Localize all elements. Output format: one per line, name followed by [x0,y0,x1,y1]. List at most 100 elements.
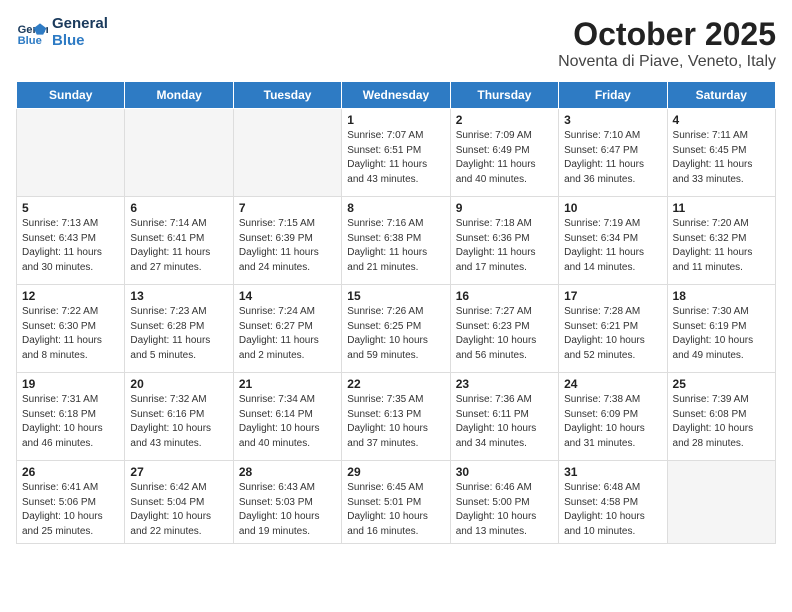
day-info: Sunrise: 7:14 AMSunset: 6:41 PMDaylight:… [130,217,227,275]
day-number: 9 [456,201,553,215]
day-info: Sunrise: 7:16 AMSunset: 6:38 PMDaylight:… [347,217,444,275]
day-info: Sunrise: 7:26 AMSunset: 6:25 PMDaylight:… [347,305,444,363]
calendar-cell: 10 Sunrise: 7:19 AMSunset: 6:34 PMDayligh… [559,197,667,285]
calendar-cell: 2Sunrise: 7:09 AMSunset: 6:49 PMDaylight… [450,109,558,197]
day-number: 12 [22,289,119,303]
calendar-cell: 31 Sunrise: 6:48 AMSunset: 4:58 PMDayligh… [559,461,667,544]
day-info: Sunrise: 7:10 AMSunset: 6:47 PMDaylight:… [564,129,661,187]
calendar-table: SundayMondayTuesdayWednesdayThursdayFrid… [16,81,776,544]
day-number: 19 [22,377,119,391]
day-number: 21 [239,377,336,391]
day-number: 28 [239,465,336,479]
day-number: 8 [347,201,444,215]
svg-text:Blue: Blue [18,35,42,47]
calendar-cell: 6 Sunrise: 7:14 AMSunset: 6:41 PMDaylight… [125,197,233,285]
calendar-cell: 14Sunrise: 7:24 AMSunset: 6:27 PMDayligh… [233,285,341,373]
weekday-header-sunday: Sunday [17,82,125,109]
weekday-header-thursday: Thursday [450,82,558,109]
day-number: 5 [22,201,119,215]
calendar-cell: 28 Sunrise: 6:43 AMSunset: 5:03 PMDayligh… [233,461,341,544]
day-info: Sunrise: 7:13 AMSunset: 6:43 PMDaylight:… [22,217,119,275]
calendar-cell: 5 Sunrise: 7:13 AMSunset: 6:43 PMDaylight… [17,197,125,285]
calendar-cell: 12 Sunrise: 7:22 AMSunset: 6:30 PMDayligh… [17,285,125,373]
day-number: 22 [347,377,444,391]
day-info: Sunrise: 6:48 AMSunset: 4:58 PMDaylight:… [564,481,661,539]
day-number: 3 [564,113,661,127]
day-number: 16 [456,289,553,303]
day-info: Sunrise: 7:15 AMSunset: 6:39 PMDaylight:… [239,217,336,275]
day-info: Sunrise: 7:11 AMSunset: 6:45 PMDaylight:… [673,129,770,187]
calendar-cell: 3 Sunrise: 7:10 AMSunset: 6:47 PMDaylight… [559,109,667,197]
day-number: 29 [347,465,444,479]
day-number: 27 [130,465,227,479]
calendar-cell: 18Sunrise: 7:30 AMSunset: 6:19 PMDayligh… [667,285,775,373]
logo-general: General [52,16,108,33]
day-number: 15 [347,289,444,303]
day-info: Sunrise: 7:38 AMSunset: 6:09 PMDaylight:… [564,393,661,451]
calendar-cell [17,109,125,197]
day-number: 26 [22,465,119,479]
day-number: 4 [673,113,770,127]
calendar-title: October 2025 [558,16,776,53]
day-info: Sunrise: 6:45 AMSunset: 5:01 PMDaylight:… [347,481,444,539]
calendar-cell: 24 Sunrise: 7:38 AMSunset: 6:09 PMDayligh… [559,373,667,461]
day-number: 31 [564,465,661,479]
calendar-cell: 19 Sunrise: 7:31 AMSunset: 6:18 PMDayligh… [17,373,125,461]
logo-blue: Blue [52,33,108,50]
day-number: 24 [564,377,661,391]
calendar-cell: 17 Sunrise: 7:28 AMSunset: 6:21 PMDayligh… [559,285,667,373]
day-number: 30 [456,465,553,479]
day-info: Sunrise: 7:39 AMSunset: 6:08 PMDaylight:… [673,393,770,451]
day-info: Sunrise: 7:32 AMSunset: 6:16 PMDaylight:… [130,393,227,451]
calendar-cell: 22 Sunrise: 7:35 AMSunset: 6:13 PMDayligh… [342,373,450,461]
day-number: 23 [456,377,553,391]
title-section: October 2025 Noventa di Piave, Veneto, I… [558,16,776,71]
weekday-header-tuesday: Tuesday [233,82,341,109]
calendar-cell: 8 Sunrise: 7:16 AMSunset: 6:38 PMDaylight… [342,197,450,285]
day-number: 6 [130,201,227,215]
weekday-header-friday: Friday [559,82,667,109]
calendar-cell: 9Sunrise: 7:18 AMSunset: 6:36 PMDaylight… [450,197,558,285]
calendar-subtitle: Noventa di Piave, Veneto, Italy [558,53,776,71]
calendar-cell [233,109,341,197]
day-info: Sunrise: 7:24 AMSunset: 6:27 PMDaylight:… [239,305,336,363]
calendar-cell [125,109,233,197]
day-number: 25 [673,377,770,391]
day-info: Sunrise: 6:46 AMSunset: 5:00 PMDaylight:… [456,481,553,539]
day-info: Sunrise: 6:43 AMSunset: 5:03 PMDaylight:… [239,481,336,539]
day-number: 13 [130,289,227,303]
day-info: Sunrise: 7:19 AMSunset: 6:34 PMDaylight:… [564,217,661,275]
calendar-cell: 23 Sunrise: 7:36 AMSunset: 6:11 PMDayligh… [450,373,558,461]
calendar-cell: 25 Sunrise: 7:39 AMSunset: 6:08 PMDayligh… [667,373,775,461]
day-info: Sunrise: 6:42 AMSunset: 5:04 PMDaylight:… [130,481,227,539]
calendar-cell: 26 Sunrise: 6:41 AMSunset: 5:06 PMDayligh… [17,461,125,544]
header: General Blue General Blue October 2025 N… [16,16,776,71]
calendar-cell: 21 Sunrise: 7:34 AMSunset: 6:14 PMDayligh… [233,373,341,461]
weekday-header-saturday: Saturday [667,82,775,109]
calendar-cell: 27 Sunrise: 6:42 AMSunset: 5:04 PMDayligh… [125,461,233,544]
day-number: 1 [347,113,444,127]
calendar-cell: 7 Sunrise: 7:15 AMSunset: 6:39 PMDaylight… [233,197,341,285]
day-info: Sunrise: 6:41 AMSunset: 5:06 PMDaylight:… [22,481,119,539]
day-number: 17 [564,289,661,303]
weekday-header-wednesday: Wednesday [342,82,450,109]
day-number: 20 [130,377,227,391]
day-info: Sunrise: 7:07 AMSunset: 6:51 PMDaylight:… [347,129,444,187]
day-info: Sunrise: 7:30 AMSunset: 6:19 PMDaylight:… [673,305,770,363]
logo-icon: General Blue [16,17,48,49]
calendar-cell: 16Sunrise: 7:27 AMSunset: 6:23 PMDayligh… [450,285,558,373]
day-number: 10 [564,201,661,215]
calendar-cell: 30 Sunrise: 6:46 AMSunset: 5:00 PMDayligh… [450,461,558,544]
day-info: Sunrise: 7:23 AMSunset: 6:28 PMDaylight:… [130,305,227,363]
logo: General Blue General Blue [16,16,108,49]
day-info: Sunrise: 7:28 AMSunset: 6:21 PMDaylight:… [564,305,661,363]
calendar-cell: 15 Sunrise: 7:26 AMSunset: 6:25 PMDayligh… [342,285,450,373]
day-info: Sunrise: 7:22 AMSunset: 6:30 PMDaylight:… [22,305,119,363]
day-number: 7 [239,201,336,215]
calendar-cell: 29 Sunrise: 6:45 AMSunset: 5:01 PMDayligh… [342,461,450,544]
day-info: Sunrise: 7:36 AMSunset: 6:11 PMDaylight:… [456,393,553,451]
day-info: Sunrise: 7:31 AMSunset: 6:18 PMDaylight:… [22,393,119,451]
calendar-cell: 13 Sunrise: 7:23 AMSunset: 6:28 PMDayligh… [125,285,233,373]
day-info: Sunrise: 7:35 AMSunset: 6:13 PMDaylight:… [347,393,444,451]
day-info: Sunrise: 7:34 AMSunset: 6:14 PMDaylight:… [239,393,336,451]
